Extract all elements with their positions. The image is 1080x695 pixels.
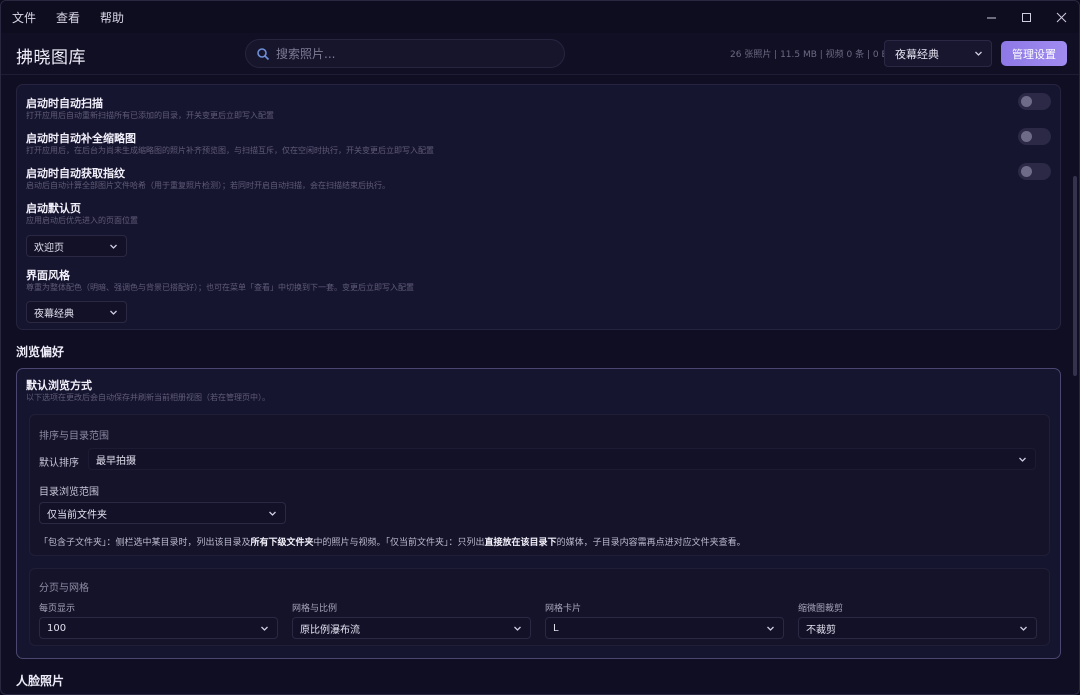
theme-select[interactable]: 夜幕经典 <box>884 40 992 67</box>
chevron-down-icon <box>1019 457 1026 462</box>
search-box[interactable] <box>245 39 565 68</box>
theme-select-value: 夜幕经典 <box>895 47 939 61</box>
menu-view[interactable]: 查看 <box>56 9 80 26</box>
default-page-value: 欢迎页 <box>34 242 64 254</box>
menu-bar: 文件 查看 帮助 <box>1 1 1079 33</box>
minimize-button[interactable] <box>974 1 1009 33</box>
close-button[interactable] <box>1044 1 1079 33</box>
library-stats: 26 张照片 | 11.5 MB | 视频 0 条 | 0 B <box>730 50 888 60</box>
ui-style-desc: 尊重为整体配色（明暗、强调色与背景已搭配好）；也可在菜单「查看」中切换到下一套。… <box>26 283 414 292</box>
auto-fingerprint-toggle[interactable] <box>1018 163 1051 180</box>
scrollbar-thumb[interactable] <box>1073 176 1077 376</box>
app-window: 文件 查看 帮助 拂晓图库 26 张照片 | 11.5 MB | 视频 0 条 … <box>0 0 1080 695</box>
scope-note-emphasis: 直接放在该目录下 <box>484 538 557 548</box>
default-page-title: 启动默认页 <box>26 202 81 215</box>
chevron-down-icon <box>110 310 117 315</box>
manage-settings-button[interactable]: 管理设置 <box>1001 41 1067 66</box>
auto-scan-toggle[interactable] <box>1018 93 1051 110</box>
ui-style-select[interactable]: 夜幕经典 <box>26 301 127 323</box>
search-input[interactable] <box>276 46 536 61</box>
sort-scope-group: 排序与目录范围 默认排序 最早拍摄 目录浏览范围 仅当前文件夹 「包含子文件夹」… <box>29 414 1050 556</box>
chevron-down-icon <box>1020 626 1027 631</box>
minimize-icon <box>987 17 996 18</box>
scope-select[interactable]: 仅当前文件夹 <box>39 502 286 524</box>
scope-note: 「包含子文件夹」：侧栏选中某目录时，列出该目录及所有下级文件夹中的照片与视频。「… <box>39 535 746 548</box>
search-icon <box>257 47 270 60</box>
content-scrollbar[interactable] <box>1072 76 1078 694</box>
maximize-icon <box>1022 12 1031 22</box>
grid-ratio-label: 网格与比例 <box>292 604 338 614</box>
chevron-down-icon <box>269 511 276 516</box>
auto-thumb-toggle[interactable] <box>1018 128 1051 145</box>
default-browse-desc: 以下选项在更改后会自动保存并刷新当前相册视图（若在管理页中）。 <box>26 393 270 402</box>
auto-scan-desc: 打开应用后自动重新扫描所有已添加的目录，开关变更后立即写入配置 <box>26 111 274 120</box>
scope-note-text: 的媒体，子目录内容需再点进对应文件夹查看。 <box>556 538 746 548</box>
app-header: 拂晓图库 26 张照片 | 11.5 MB | 视频 0 条 | 0 B 夜幕经… <box>1 33 1079 75</box>
default-page-desc: 应用启动后优先进入的页面位置 <box>26 216 138 225</box>
face-section-title: 人脸照片 <box>16 674 65 688</box>
menu-file[interactable]: 文件 <box>12 9 36 26</box>
toggle-knob <box>1021 96 1032 107</box>
auto-thumb-title: 启动时自动补全缩略图 <box>26 132 136 145</box>
default-browse-card: 默认浏览方式 以下选项在更改后会自动保存并刷新当前相册视图（若在管理页中）。 排… <box>16 368 1061 659</box>
auto-scan-title: 启动时自动扫描 <box>26 97 103 110</box>
auto-fingerprint-title: 启动时自动获取指纹 <box>26 167 125 180</box>
window-controls <box>974 1 1079 33</box>
scope-value: 仅当前文件夹 <box>47 509 107 521</box>
sort-select[interactable]: 最早拍摄 <box>88 448 1036 470</box>
grid-card-select[interactable]: L <box>545 617 784 639</box>
per-page-label: 每页显示 <box>39 604 76 614</box>
chevron-down-icon <box>261 626 268 631</box>
scope-note-text: 中的照片与视频。「仅当前文件夹」：只列出 <box>313 538 485 548</box>
grid-card-label: 网格卡片 <box>545 604 582 614</box>
scope-note-emphasis: 所有下级文件夹 <box>250 538 314 548</box>
toggle-knob <box>1021 166 1032 177</box>
sort-scope-title: 排序与目录范围 <box>39 431 109 442</box>
ui-style-value: 夜幕经典 <box>34 308 74 320</box>
maximize-button[interactable] <box>1009 1 1044 33</box>
grid-card-value: L <box>553 622 559 634</box>
grid-ratio-select[interactable]: 原比例瀑布流 <box>292 617 531 639</box>
close-icon <box>1056 12 1067 22</box>
app-title: 拂晓图库 <box>16 48 86 68</box>
thumb-crop-select[interactable]: 不裁剪 <box>798 617 1037 639</box>
pagination-grid-title: 分页与网格 <box>39 583 89 594</box>
toggle-knob <box>1021 131 1032 142</box>
scope-label: 目录浏览范围 <box>39 487 99 498</box>
sort-label: 默认排序 <box>39 458 79 469</box>
default-page-select[interactable]: 欢迎页 <box>26 235 127 257</box>
chevron-down-icon <box>767 626 774 631</box>
thumb-crop-value: 不裁剪 <box>806 624 836 636</box>
startup-settings-card: 启动时自动扫描 打开应用后自动重新扫描所有已添加的目录，开关变更后立即写入配置 … <box>16 84 1061 330</box>
ui-style-title: 界面风格 <box>26 269 70 282</box>
auto-fingerprint-desc: 启动后自动计算全部图片文件哈希（用于重复照片检测）；若同时开启自动扫描，会在扫描… <box>26 181 390 190</box>
scope-note-text: 「包含子文件夹」：侧栏选中某目录时，列出该目录及 <box>39 538 251 548</box>
menu-help[interactable]: 帮助 <box>100 9 124 26</box>
browse-section-title: 浏览偏好 <box>16 345 65 359</box>
thumb-crop-label: 缩微图裁剪 <box>798 604 844 614</box>
per-page-value: 100 <box>47 622 67 634</box>
pagination-grid-group: 分页与网格 每页显示 100 网格与比例 原比例瀑布流 网格卡片 L 缩微图裁剪 <box>29 568 1050 646</box>
sort-value: 最早拍摄 <box>96 455 136 467</box>
chevron-down-icon <box>975 51 982 56</box>
chevron-down-icon <box>514 626 521 631</box>
default-browse-title: 默认浏览方式 <box>26 379 92 392</box>
per-page-select[interactable]: 100 <box>39 617 278 639</box>
grid-ratio-value: 原比例瀑布流 <box>300 624 360 636</box>
chevron-down-icon <box>110 244 117 249</box>
auto-thumb-desc: 打开应用后，在后台为尚未生成缩略图的照片补齐预览图，与扫描互斥，仅在空闲时执行，… <box>26 146 434 155</box>
settings-content: 启动时自动扫描 打开应用后自动重新扫描所有已添加的目录，开关变更后立即写入配置 … <box>1 76 1072 694</box>
